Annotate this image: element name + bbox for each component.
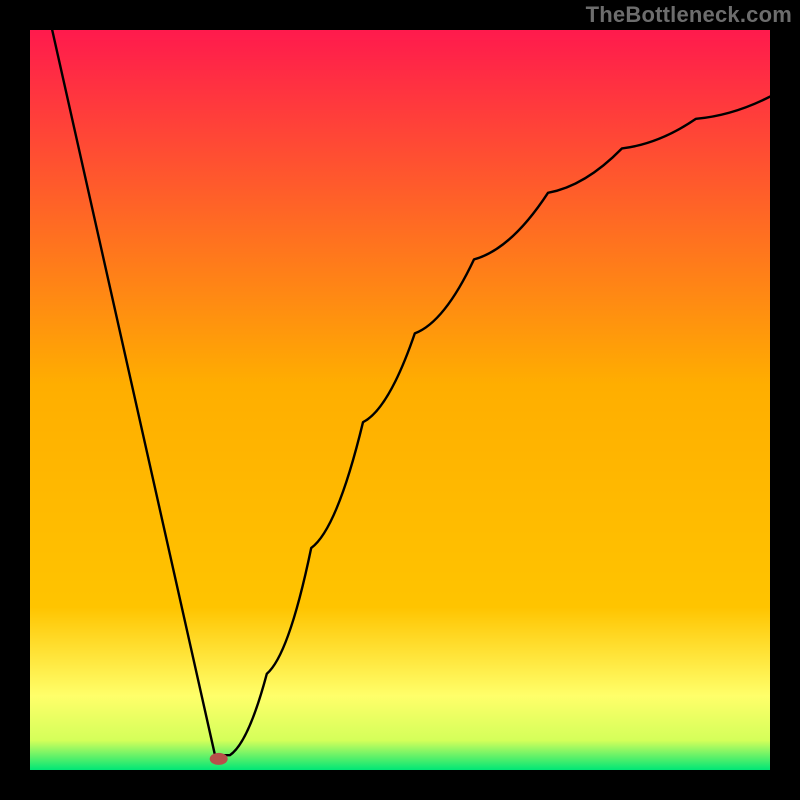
marker-dot [210,753,228,765]
watermark-text: TheBottleneck.com [586,2,792,28]
chart-frame: TheBottleneck.com [0,0,800,800]
chart-svg [30,30,770,770]
gradient-background [30,30,770,770]
plot-area [30,30,770,770]
